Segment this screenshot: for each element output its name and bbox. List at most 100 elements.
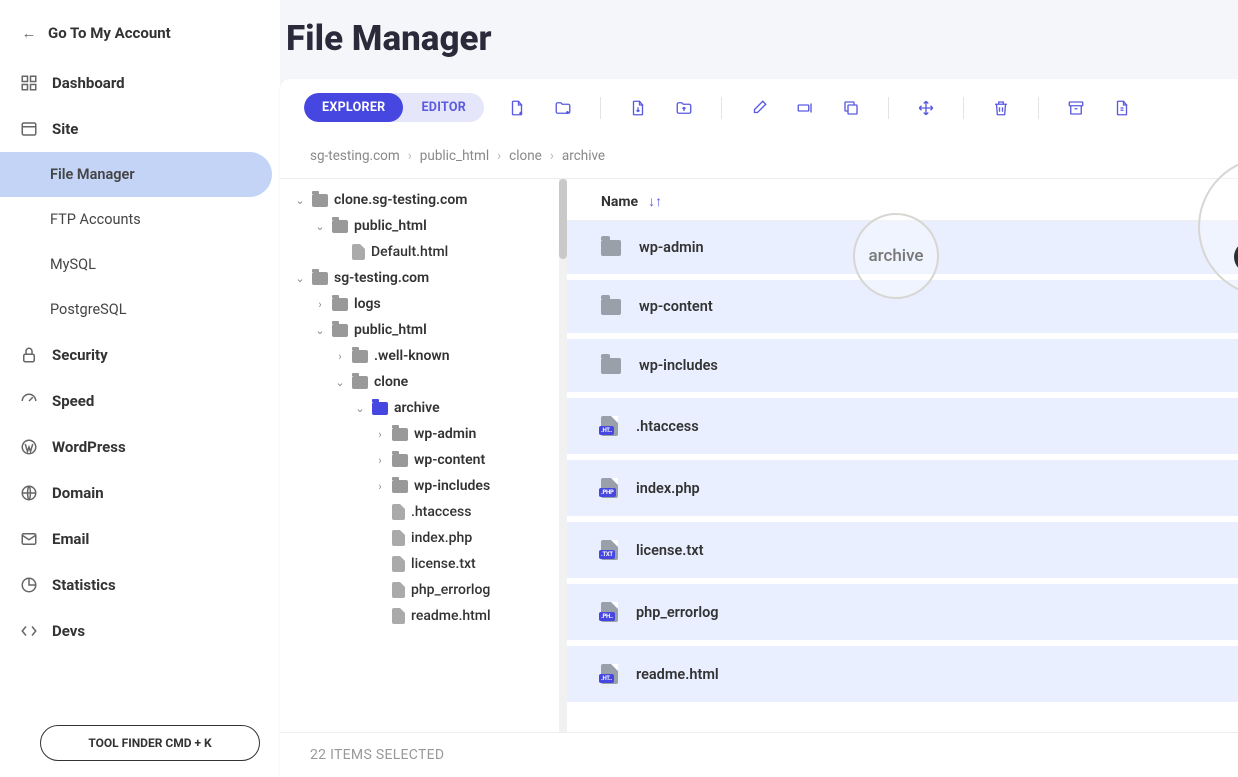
back-link[interactable]: ← Go To My Account [0, 18, 280, 60]
separator [721, 97, 722, 119]
file-name: wp-content [639, 298, 713, 315]
chevron-icon[interactable]: › [374, 428, 386, 441]
folder-tree: ⌄clone.sg-testing.com⌄public_htmlDefault… [280, 179, 567, 732]
chevron-icon[interactable]: ⌄ [294, 272, 306, 285]
tree-folder-.well-known[interactable]: › .well-known [294, 343, 567, 369]
file-icon: .PH.. [601, 602, 618, 622]
file-name: index.php [636, 480, 700, 497]
move-icon[interactable] [917, 99, 935, 117]
file-row[interactable]: .HT..readme.html [567, 646, 1238, 708]
file-icon: .TXT [601, 540, 618, 560]
nav-domain[interactable]: Domain [0, 470, 280, 516]
tree-label: sg-testing.com [334, 270, 429, 286]
chevron-icon[interactable]: ⌄ [314, 324, 326, 337]
file-row[interactable]: wp-admin [567, 221, 1238, 280]
file-row[interactable]: .PHP index.php [567, 460, 1238, 522]
folder-icon [392, 428, 408, 441]
nav-site[interactable]: Site [0, 106, 280, 152]
mode-toggle: EXPLORER EDITOR [304, 93, 484, 122]
tree-file-readme.html[interactable]: readme.html [294, 603, 567, 629]
tree-folder-logs[interactable]: › logs [294, 291, 567, 317]
list-header[interactable]: Name ↓↑ [567, 179, 1238, 221]
delete-icon[interactable] [992, 99, 1010, 117]
file-name: wp-includes [639, 357, 718, 374]
tree-label: logs [354, 296, 381, 312]
nav-sub-ftp-accounts[interactable]: FTP Accounts [0, 197, 272, 242]
ext-badge: .HT.. [599, 674, 614, 683]
file-row[interactable]: wp-includes [567, 339, 1238, 398]
file-row[interactable]: .PH..php_errorlog [567, 584, 1238, 646]
file-icon [392, 582, 405, 598]
tree-label: php_errorlog [411, 582, 490, 598]
copy-icon[interactable] [842, 99, 860, 117]
crumb-public_html[interactable]: public_html [420, 148, 489, 164]
tool-finder-button[interactable]: TOOL FINDER CMD + K [40, 725, 260, 761]
tree-folder-clone.sg-testing.com[interactable]: ⌄clone.sg-testing.com [294, 187, 567, 213]
chevron-icon[interactable]: ⌄ [314, 220, 326, 233]
file-name: wp-admin [639, 239, 704, 256]
tree-folder-wp-admin[interactable]: ›wp-admin [294, 421, 567, 447]
nav-security[interactable]: Security [0, 332, 280, 378]
extract-icon[interactable] [1113, 99, 1131, 117]
file-icon: .HT.. [601, 664, 618, 684]
chevron-icon[interactable]: ⌄ [354, 402, 366, 415]
file-row[interactable]: .HT...htaccess [567, 398, 1238, 460]
folder-icon [312, 194, 328, 207]
ext-badge: .TXT [599, 550, 615, 559]
tree-folder-public_html[interactable]: ⌄public_html [294, 213, 567, 239]
nav-sub-postgresql[interactable]: PostgreSQL [0, 287, 272, 332]
file-icon [392, 608, 405, 624]
tree-label: .well-known [374, 348, 450, 364]
explorer-tab[interactable]: EXPLORER [304, 93, 403, 122]
tree-folder-sg-testing.com[interactable]: ⌄ sg-testing.com [294, 265, 567, 291]
separator [600, 97, 601, 119]
tree-folder-clone[interactable]: ⌄clone [294, 369, 567, 395]
tree-folder-archive[interactable]: ⌄archive [294, 395, 567, 421]
nav-email[interactable]: Email [0, 516, 280, 562]
archive-icon[interactable] [1067, 99, 1085, 117]
nav-sub-mysql[interactable]: MySQL [0, 242, 272, 287]
folder-icon [392, 454, 408, 467]
chevron-icon[interactable]: › [314, 298, 326, 311]
chevron-icon[interactable]: ⌄ [294, 194, 306, 207]
nav-sub-file-manager[interactable]: File Manager [0, 152, 272, 197]
crumb-clone[interactable]: clone [509, 148, 542, 164]
tree-folder-wp-content[interactable]: ›wp-content [294, 447, 567, 473]
nav-devs[interactable]: Devs [0, 608, 280, 654]
chevron-icon[interactable]: ⌄ [334, 376, 346, 389]
nav-speed[interactable]: Speed [0, 378, 280, 424]
name-column: Name [601, 194, 638, 210]
nav-dashboard[interactable]: Dashboard [0, 60, 280, 106]
nav-wordpress[interactable]: WordPress [0, 424, 280, 470]
separator [963, 97, 964, 119]
chevron-icon[interactable]: › [334, 350, 346, 363]
tree-file-license.txt[interactable]: license.txt [294, 551, 567, 577]
nav-statistics[interactable]: Statistics [0, 562, 280, 608]
new-file-icon[interactable] [508, 99, 526, 117]
tree-folder-wp-includes[interactable]: ›wp-includes [294, 473, 567, 499]
edit-icon[interactable] [750, 99, 768, 117]
folder-icon [332, 298, 348, 311]
tree-file-.htaccess[interactable]: .htaccess [294, 499, 567, 525]
sort-icon[interactable]: ↓↑ [648, 193, 662, 210]
crumb-archive[interactable]: archive [562, 148, 605, 164]
file-upload-icon[interactable] [675, 99, 693, 117]
file-download-icon[interactable] [629, 99, 647, 117]
main: File Manager EXPLORER EDITOR sg-testing.… [280, 0, 1238, 777]
new-folder-icon[interactable] [554, 99, 572, 117]
rename-icon[interactable] [796, 99, 814, 117]
tree-file-php_errorlog[interactable]: php_errorlog [294, 577, 567, 603]
file-icon: .PHP [601, 478, 618, 498]
scrollbar[interactable] [559, 179, 567, 732]
crumb-sg-testing.com[interactable]: sg-testing.com [310, 148, 400, 164]
tree-file-Default.html[interactable]: Default.html [294, 239, 567, 265]
tree-folder-public_html[interactable]: ⌄ public_html [294, 317, 567, 343]
chevron-icon[interactable]: › [374, 480, 386, 493]
file-row[interactable]: .TXTlicense.txt [567, 522, 1238, 584]
tree-file-index.php[interactable]: index.php [294, 525, 567, 551]
chevron-icon[interactable]: › [374, 454, 386, 467]
editor-tab[interactable]: EDITOR [403, 93, 484, 122]
tree-label: public_html [354, 322, 427, 338]
file-row[interactable]: wp-content [567, 280, 1238, 339]
separator [888, 97, 889, 119]
